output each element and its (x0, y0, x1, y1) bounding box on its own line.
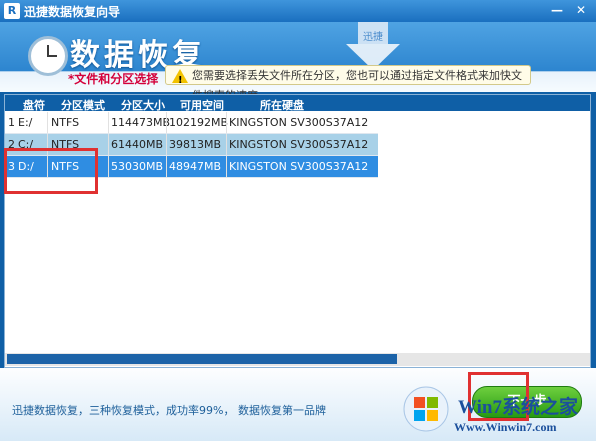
horizontal-scrollbar[interactable] (5, 353, 590, 366)
row-size: 53030MB (111, 160, 164, 173)
close-button[interactable]: ✕ (572, 2, 590, 18)
col-drive: 盘符 (23, 99, 45, 112)
partition-table: 盘符 分区模式 分区大小 可用空间 所在硬盘 1 E:/ NTFS 114473… (4, 94, 591, 368)
row-size: 114473MB (111, 116, 171, 129)
windows-logo-icon (403, 386, 449, 432)
title-bar: R 迅捷数据恢复向导 — ✕ (0, 0, 596, 22)
download-label: 迅捷 (363, 30, 383, 43)
row-disk: KINGSTON SV300S37A12 (229, 160, 369, 173)
col-mode: 分区模式 (61, 99, 105, 112)
section-label: *文件和分区选择 (68, 72, 159, 86)
tip-box: 您需要选择丢失文件所在分区，您也可以通过指定文件格式来加快文件搜索的速度 (165, 65, 531, 102)
scrollbar-thumb[interactable] (7, 354, 397, 364)
watermark-url: Www.Winwin7.com (454, 420, 557, 434)
row-disk: KINGSTON SV300S37A12 (229, 138, 369, 151)
row-size: 61440MB (111, 138, 164, 151)
watermark-logo-text: Win7系统之家 (458, 397, 579, 418)
clock-icon (28, 36, 68, 76)
app-logo-icon: R (4, 3, 20, 19)
row-drive: E:/ (18, 116, 33, 129)
table-header: 盘符 分区模式 分区大小 可用空间 所在硬盘 (5, 95, 590, 112)
header-banner: 数据恢复 迅捷 *文件和分区选择 您需要选择丢失文件所在分区，您也可以通过指定文… (0, 22, 596, 102)
warning-icon (172, 69, 188, 91)
row-mode: NTFS (51, 116, 80, 129)
row-free: 48947MB (169, 160, 222, 173)
minimize-button[interactable]: — (548, 2, 566, 18)
row-free: 39813MB (169, 138, 222, 151)
row-free: 102192MB (169, 116, 229, 129)
footer-tagline: 迅捷数据恢复，三种恢复模式，成功率99%， 数据恢复第一品牌 (12, 404, 326, 417)
highlight-box-drive (4, 148, 98, 194)
col-size: 分区大小 (121, 99, 165, 112)
table-row[interactable]: 1 E:/ NTFS 114473MB 102192MB KINGSTON SV… (5, 112, 378, 134)
col-disk: 所在硬盘 (260, 99, 304, 112)
watermark: Win7系统之家 Www.Winwin7.com (398, 384, 594, 436)
col-free: 可用空间 (180, 99, 224, 112)
row-disk: KINGSTON SV300S37A12 (229, 116, 369, 129)
row-index: 1 (8, 116, 15, 129)
window-title: 迅捷数据恢复向导 (24, 5, 121, 19)
